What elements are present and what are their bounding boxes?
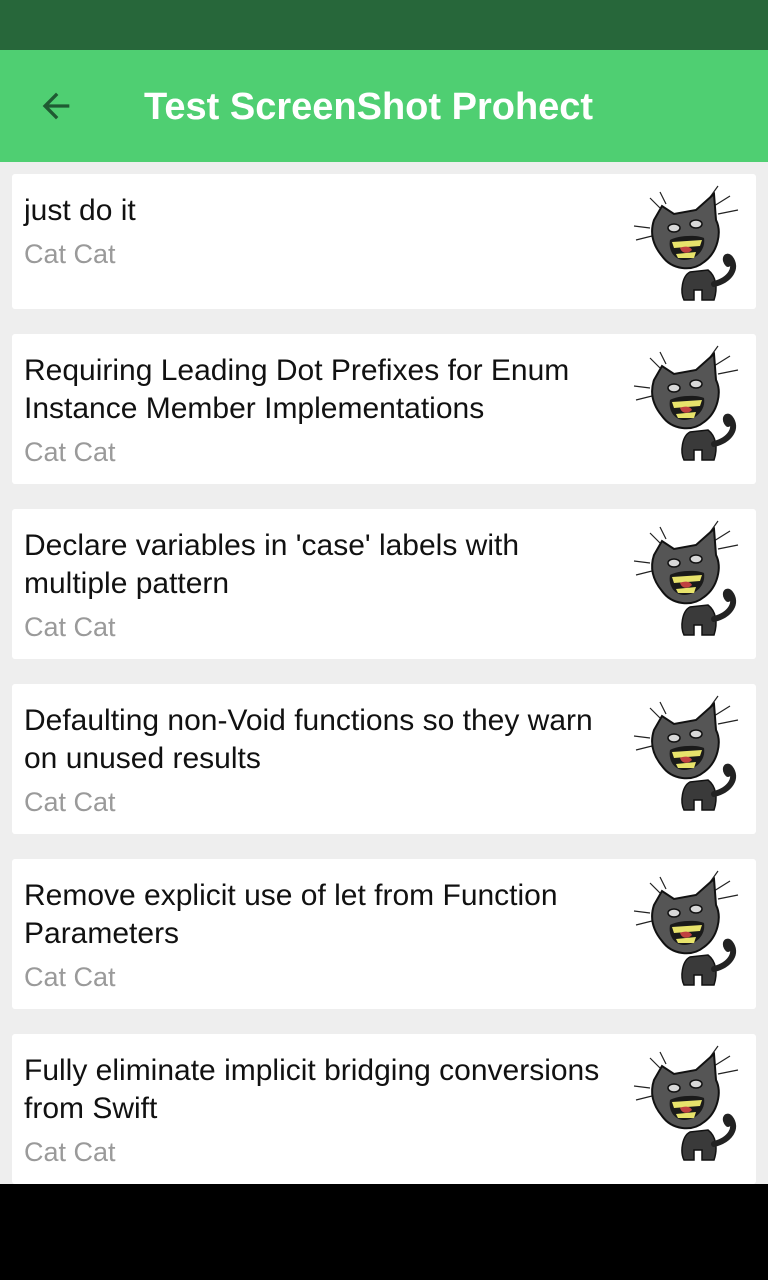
- list-item[interactable]: just do it Cat Cat: [12, 174, 756, 309]
- screen: Test ScreenShot Prohect just do it Cat C…: [0, 0, 768, 1280]
- cat-icon: [633, 1045, 739, 1161]
- cat-icon: [633, 520, 739, 636]
- list-item[interactable]: Fully eliminate implicit bridging conver…: [12, 1034, 756, 1184]
- list-item[interactable]: Defaulting non-Void functions so they wa…: [12, 684, 756, 834]
- app-bar: Test ScreenShot Prohect: [0, 50, 768, 162]
- cat-icon: [633, 345, 739, 461]
- item-title: Requiring Leading Dot Prefixes for Enum …: [24, 354, 570, 425]
- status-bar: [0, 0, 768, 50]
- item-title: Fully eliminate implicit bridging conver…: [24, 1054, 600, 1125]
- item-author: Cat Cat: [24, 239, 116, 269]
- cat-icon: [633, 185, 739, 301]
- app-title: Test ScreenShot Prohect: [144, 86, 594, 128]
- cat-icon: [633, 695, 739, 811]
- cat-icon: [633, 870, 739, 986]
- item-author: Cat Cat: [24, 1137, 116, 1167]
- arrow-left-icon: [42, 92, 70, 120]
- item-author: Cat Cat: [24, 612, 116, 642]
- list-item[interactable]: Remove explicit use of let from Function…: [12, 859, 756, 1009]
- item-title: Remove explicit use of let from Function…: [24, 879, 558, 950]
- item-author: Cat Cat: [24, 437, 116, 467]
- item-title: Defaulting non-Void functions so they wa…: [24, 704, 593, 775]
- item-title: just do it: [24, 194, 136, 227]
- list-item[interactable]: Declare variables in 'case' labels with …: [12, 509, 756, 659]
- article-list[interactable]: just do it Cat Cat Requiring Leading Dot…: [0, 162, 768, 1184]
- back-button[interactable]: [24, 78, 88, 134]
- item-author: Cat Cat: [24, 787, 116, 817]
- navigation-bar: [0, 1184, 768, 1280]
- item-author: Cat Cat: [24, 962, 116, 992]
- item-title: Declare variables in 'case' labels with …: [24, 529, 520, 600]
- list-item[interactable]: Requiring Leading Dot Prefixes for Enum …: [12, 334, 756, 484]
